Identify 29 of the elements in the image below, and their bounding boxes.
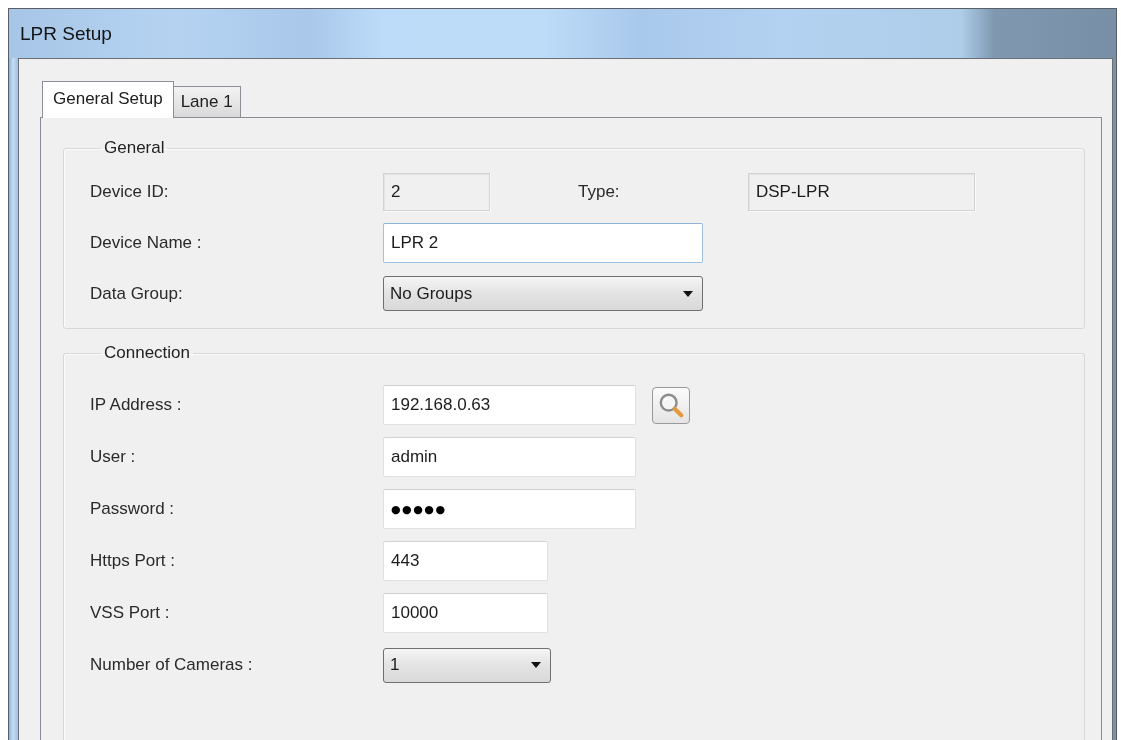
tab[interactable]: General Setup: [42, 81, 174, 118]
field-label: Device Name :: [90, 232, 203, 253]
field-label: Password :: [90, 499, 176, 519]
text-field[interactable]: LPR 2: [383, 222, 703, 263]
caret-icon: [531, 662, 541, 668]
field-label: Type:: [578, 181, 621, 202]
text-field[interactable]: admin: [383, 437, 636, 477]
window-title: LPR Setup: [20, 22, 112, 45]
readonly-field: DSP-LPR: [748, 172, 975, 211]
dropdown[interactable]: 1: [383, 647, 551, 683]
readonly-field: 2: [383, 172, 490, 211]
field-label: User :: [90, 447, 137, 467]
field-label: Https Port :: [90, 551, 177, 571]
search-button[interactable]: [652, 386, 690, 424]
tab[interactable]: Lane 1: [173, 86, 241, 117]
field-label: Number of Cameras :: [90, 655, 254, 675]
field-label: IP Address :: [90, 395, 183, 415]
field-label: Data Group:: [90, 283, 184, 304]
caret-icon: [683, 290, 693, 297]
text-field[interactable]: 443: [383, 541, 548, 581]
group-title: General: [103, 138, 166, 158]
text-field[interactable]: 10000: [383, 593, 548, 633]
field-label: Device ID:: [90, 181, 170, 202]
text-field[interactable]: 192.168.0.63: [383, 385, 636, 425]
password-field[interactable]: ●●●●●: [383, 489, 636, 529]
field-label: VSS Port :: [90, 603, 171, 623]
search-icon: [658, 392, 684, 418]
group-title: Connection: [103, 343, 191, 363]
dropdown[interactable]: No Groups: [383, 276, 703, 311]
